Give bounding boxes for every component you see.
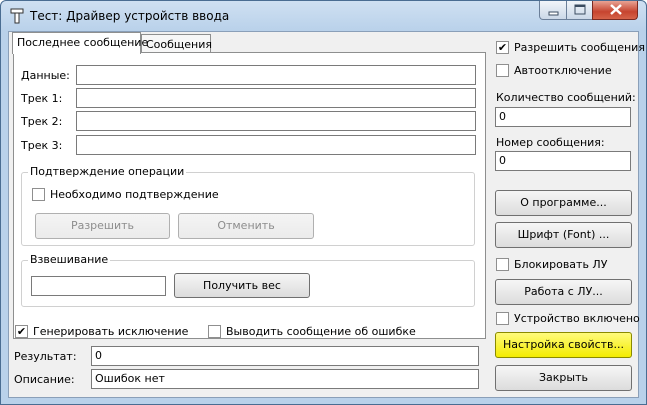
tab-messages[interactable]: Сообщения [141, 34, 213, 53]
generate-exception-checkbox[interactable]: ✔ [15, 325, 28, 338]
result-label: Результат: [14, 350, 77, 363]
track2-field[interactable] [76, 111, 476, 131]
data-field[interactable] [76, 65, 476, 85]
checkmark-icon: ✔ [497, 41, 508, 54]
confirm-required-label: Необходимо подтверждение [50, 188, 219, 201]
font-button[interactable]: Шрифт (Font) ... [495, 222, 632, 248]
weighing-group: Взвешивание Получить вес [21, 253, 475, 307]
auto-disable-checkbox[interactable] [496, 64, 509, 77]
window-title: Тест: Драйвер устройств ввода [30, 9, 230, 23]
device-enabled-checkbox[interactable] [496, 312, 509, 325]
tab-panel: Данные: Трек 1: Трек 2: Трек 3: Подтверж… [13, 52, 486, 339]
close-icon [610, 4, 622, 15]
allow-messages-checkbox[interactable]: ✔ [496, 41, 509, 54]
data-label: Данные: [21, 69, 70, 82]
maximize-icon [574, 4, 586, 15]
show-error-label: Выводить сообщение об ошибке [226, 325, 416, 338]
show-error-checkbox[interactable] [208, 325, 221, 338]
weight-field[interactable] [31, 276, 166, 296]
group-title: Взвешивание [28, 253, 111, 266]
minimize-icon [548, 11, 559, 16]
tab-label: Последнее сообщение [17, 36, 149, 49]
track3-field[interactable] [76, 135, 476, 155]
track1-label: Трек 1: [21, 92, 63, 105]
description-label: Описание: [14, 373, 75, 386]
title-bar[interactable]: Тест: Драйвер устройств ввода [1, 1, 646, 31]
group-title: Подтверждение операции [28, 165, 187, 178]
about-button[interactable]: О программе... [495, 190, 632, 216]
close-button[interactable]: Закрыть [495, 365, 632, 391]
minimize-button[interactable] [539, 1, 567, 20]
maximize-button[interactable] [566, 1, 593, 20]
close-window-button[interactable] [592, 1, 638, 20]
confirm-operation-group: Подтверждение операции Необходимо подтве… [21, 165, 475, 246]
get-weight-button[interactable]: Получить вес [174, 273, 310, 298]
lock-lu-label: Блокировать ЛУ [514, 258, 608, 271]
lock-lu-checkbox[interactable] [496, 258, 509, 271]
auto-disable-label: Автоотключение [514, 64, 612, 77]
client-area: Последнее сообщение Сообщения Данные: Тр… [8, 31, 645, 398]
confirm-required-checkbox[interactable] [32, 188, 45, 201]
checkmark-icon: ✔ [16, 325, 27, 338]
track2-label: Трек 2: [21, 115, 63, 128]
track1-field[interactable] [76, 88, 476, 108]
work-lu-button[interactable]: Работа с ЛУ... [495, 279, 632, 305]
device-enabled-label: Устройство включено [514, 312, 640, 325]
message-number-label: Номер сообщения: [496, 136, 605, 149]
result-field[interactable]: 0 [91, 346, 479, 366]
app-icon [10, 8, 24, 24]
app-window: Тест: Драйвер устройств ввода Последнее … [0, 0, 647, 405]
tab-last-message[interactable]: Последнее сообщение [12, 32, 148, 54]
description-field[interactable]: Ошибок нет [91, 369, 479, 389]
allow-messages-label: Разрешить сообщения [514, 41, 645, 54]
track3-label: Трек 3: [21, 139, 63, 152]
allow-button[interactable]: Разрешить [35, 213, 170, 239]
message-number-field[interactable]: 0 [495, 151, 631, 171]
tab-label: Сообщения [146, 38, 213, 51]
message-count-field[interactable]: 0 [495, 107, 631, 127]
cancel-button[interactable]: Отменить [178, 213, 314, 239]
generate-exception-label: Генерировать исключение [33, 325, 189, 338]
properties-button[interactable]: Настройка свойств... [495, 332, 632, 358]
message-count-label: Количество сообщений: [496, 91, 636, 104]
